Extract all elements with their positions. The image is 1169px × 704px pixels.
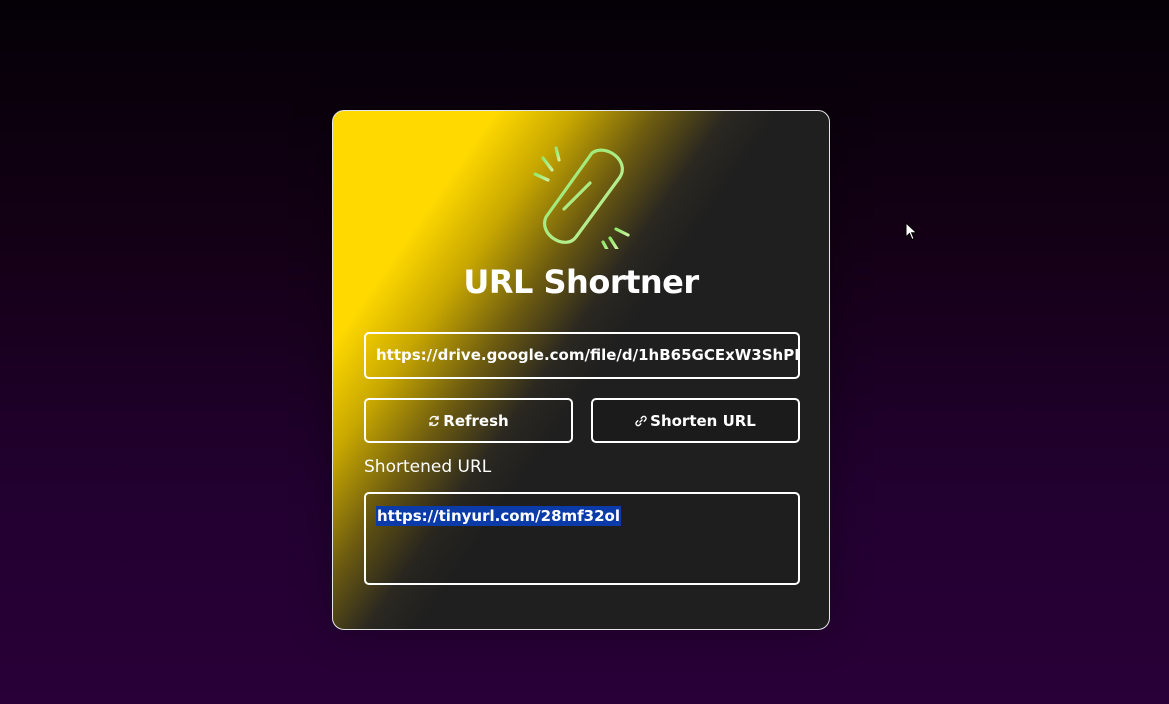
shortened-url-value[interactable]: https://tinyurl.com/28mf32ol [376, 506, 621, 526]
refresh-icon [428, 415, 440, 427]
shorten-url-button-label: Shorten URL [650, 411, 756, 430]
shortened-url-output[interactable]: https://tinyurl.com/28mf32ol [364, 492, 800, 585]
url-input[interactable]: https://drive.google.com/file/d/1hB65GCE… [364, 332, 800, 379]
shorten-url-button[interactable]: Shorten URL [591, 398, 800, 443]
url-shortener-card: URL Shortner https://drive.google.com/fi… [332, 110, 830, 630]
refresh-button[interactable]: Refresh [364, 398, 573, 443]
refresh-button-label: Refresh [443, 411, 509, 430]
page-title: URL Shortner [463, 263, 699, 301]
link-icon [635, 415, 647, 427]
mouse-pointer-icon [905, 222, 918, 241]
shortened-url-label: Shortened URL [364, 457, 492, 477]
broken-link-icon [533, 146, 630, 249]
